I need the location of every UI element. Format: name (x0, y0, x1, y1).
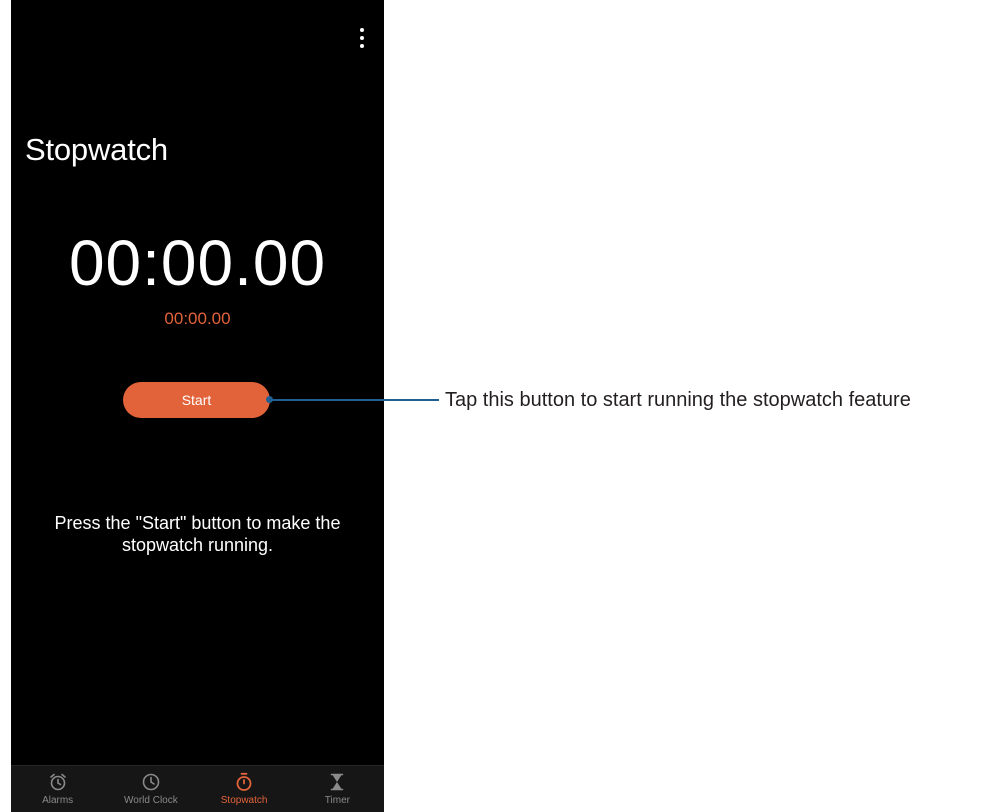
hint-line-1: Press the "Start" button to make the (54, 513, 341, 533)
bottom-nav: Alarms World Clock Stopwatch Timer (11, 765, 384, 812)
nav-item-world-clock[interactable]: World Clock (104, 766, 197, 812)
page-title: Stopwatch (25, 132, 168, 167)
hint-text: Press the "Start" button to make the sto… (11, 512, 384, 556)
nav-item-timer[interactable]: Timer (291, 766, 384, 812)
hourglass-icon (331, 773, 344, 791)
lap-time-display: 00:00.00 (164, 309, 231, 328)
nav-label-stopwatch: Stopwatch (220, 795, 268, 806)
clock-icon (142, 773, 160, 791)
alarm-icon (49, 773, 66, 791)
nav-label-alarms: Alarms (42, 795, 74, 806)
nav-label-timer: Timer (324, 795, 350, 806)
nav-label-world-clock: World Clock (124, 795, 178, 806)
nav-item-stopwatch[interactable]: Stopwatch (198, 766, 291, 812)
more-options-icon[interactable] (354, 28, 370, 48)
stopwatch-time-display: 00:00.00 (68, 227, 327, 299)
hint-line-2: stopwatch running. (121, 535, 274, 555)
stopwatch-screen: Stopwatch 00:00.00 00:00.00 Start Press … (11, 0, 384, 812)
callout-line (269, 399, 439, 401)
stopwatch-icon (236, 772, 252, 791)
callout-text: Tap this button to start running the sto… (445, 389, 911, 411)
start-button[interactable]: Start (123, 382, 270, 418)
nav-item-alarms[interactable]: Alarms (11, 766, 104, 812)
